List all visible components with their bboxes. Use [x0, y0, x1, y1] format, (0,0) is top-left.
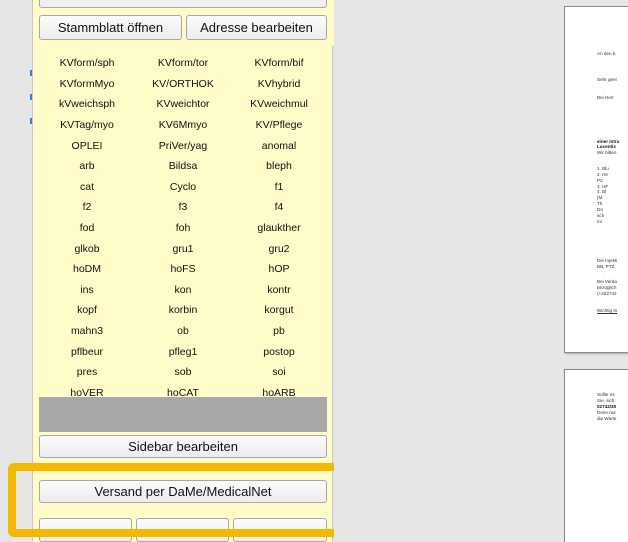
- sidebar-panel: Stammblatt öffnen Adresse bearbeiten KVf…: [32, 0, 334, 542]
- template-button[interactable]: cat: [39, 176, 135, 198]
- document-text-line: Denn nur: [597, 410, 616, 415]
- document-text-line: Bei Verda: [597, 279, 617, 284]
- template-button[interactable]: KVform/tor: [135, 53, 231, 74]
- template-button[interactable]: gru2: [231, 238, 327, 259]
- template-button[interactable]: bleph: [231, 155, 327, 177]
- empty-sidebar-area: [39, 397, 327, 432]
- template-button[interactable]: KVhybrid: [231, 73, 327, 95]
- document-text-line: bezüglich: [597, 285, 617, 290]
- template-button[interactable]: kopf: [39, 300, 135, 321]
- template-button[interactable]: KVformMyo: [39, 73, 135, 95]
- template-button[interactable]: KVweichmul: [231, 94, 327, 115]
- document-text-line: PC: [597, 178, 604, 183]
- template-button[interactable]: hOP: [231, 258, 327, 280]
- template-button[interactable]: sob: [135, 361, 231, 383]
- template-button[interactable]: KV/ORTHOK: [135, 73, 231, 95]
- template-button[interactable]: korbin: [135, 300, 231, 321]
- document-text-line: mi: [597, 219, 602, 224]
- document-text-line: 4. Bl: [597, 189, 607, 194]
- template-button[interactable]: KVweichtor: [135, 94, 231, 115]
- template-button[interactable]: kontr: [231, 279, 327, 301]
- template-button[interactable]: pfleg1: [135, 341, 231, 362]
- template-button[interactable]: postop: [231, 341, 327, 362]
- document-text-line: Die Injekti: [597, 258, 618, 263]
- document-text-line: Wichtig In: [597, 308, 618, 313]
- document-text-line: Dü: [597, 207, 603, 212]
- document-text-line: Sie, sich: [597, 398, 615, 403]
- template-button[interactable]: KVTag/myo: [39, 114, 135, 136]
- template-button[interactable]: f3: [135, 197, 231, 218]
- template-button[interactable]: OPLEI: [39, 135, 135, 156]
- left-window-edge: [0, 0, 32, 542]
- template-button[interactable]: korgut: [231, 300, 327, 321]
- sidebar-top-actions: Stammblatt öffnen Adresse bearbeiten: [33, 0, 334, 46]
- document-text-line: (+432742: [597, 291, 617, 296]
- document-text-line: Th: [597, 201, 603, 206]
- template-button[interactable]: fod: [39, 217, 135, 239]
- edit-address-button[interactable]: Adresse bearbeiten: [186, 15, 327, 40]
- template-button[interactable]: pflbeur: [39, 341, 135, 362]
- template-button[interactable]: KVform/bif: [231, 53, 327, 74]
- template-button[interactable]: pb: [231, 320, 327, 342]
- template-button[interactable]: pres: [39, 361, 135, 383]
- template-button[interactable]: KVform/sph: [39, 53, 135, 74]
- template-button[interactable]: ins: [39, 279, 135, 301]
- document-text-line: Bei Herr: [597, 95, 614, 100]
- template-button[interactable]: foh: [135, 217, 231, 239]
- template-button[interactable]: PriVer/yag: [135, 135, 231, 156]
- template-button[interactable]: ob: [135, 320, 231, 342]
- partial-top-button[interactable]: [39, 0, 327, 8]
- template-button[interactable]: KV/Pflege: [231, 114, 327, 136]
- template-button[interactable]: glaukther: [231, 217, 327, 239]
- template-button[interactable]: glkob: [39, 238, 135, 259]
- document-text-line: Lucentis: [597, 144, 616, 149]
- document-text-line: Wir bitten: [597, 150, 617, 155]
- template-button[interactable]: Cyclo: [135, 176, 231, 198]
- document-text-line: sch: [597, 213, 605, 218]
- document-preview-area: An den b Sehr geei Bei Herr einer intra Luce…: [334, 0, 628, 542]
- document-text-line: BB, PTZ,: [597, 264, 616, 269]
- document-page-1: An den b Sehr geei Bei Herr einer intra Luce…: [564, 6, 628, 353]
- template-button[interactable]: hoDM: [39, 258, 135, 280]
- document-text-line: Sehr geei: [597, 77, 617, 82]
- template-button[interactable]: mahn3: [39, 320, 135, 342]
- template-button[interactable]: hoFS: [135, 258, 231, 280]
- document-text-line: 1. Blu: [597, 166, 609, 171]
- template-button[interactable]: gru1: [135, 238, 231, 259]
- template-button[interactable]: f1: [231, 176, 327, 198]
- template-button[interactable]: kon: [135, 279, 231, 301]
- template-button[interactable]: anomal: [231, 135, 327, 156]
- document-text-line: Sollte es: [597, 392, 615, 397]
- document-text-line: (M: [597, 195, 603, 200]
- template-button[interactable]: kVweichsph: [39, 94, 135, 115]
- template-button[interactable]: Bildsa: [135, 155, 231, 177]
- template-button[interactable]: soi: [231, 361, 327, 383]
- document-text-line: die Warte: [597, 416, 617, 421]
- document-text-line: An den b: [597, 51, 616, 56]
- highlight-frame: [8, 463, 360, 537]
- document-text-line: 02742/30: [597, 404, 617, 409]
- template-button[interactable]: KV6Mmyo: [135, 114, 231, 136]
- template-button[interactable]: f4: [231, 197, 327, 218]
- template-grid: KVform/sph KVform/tor KVform/bif KVformMyo K…: [39, 53, 327, 424]
- document-page-2: Sollte es Sie, sich 02742/30 Denn nur die Wa…: [564, 369, 628, 542]
- open-master-sheet-button[interactable]: Stammblatt öffnen: [39, 15, 182, 40]
- document-text-line: 2. He: [597, 172, 608, 177]
- edit-sidebar-button[interactable]: Sidebar bearbeiten: [39, 435, 327, 458]
- template-button[interactable]: arb: [39, 155, 135, 177]
- template-button[interactable]: f2: [39, 197, 135, 218]
